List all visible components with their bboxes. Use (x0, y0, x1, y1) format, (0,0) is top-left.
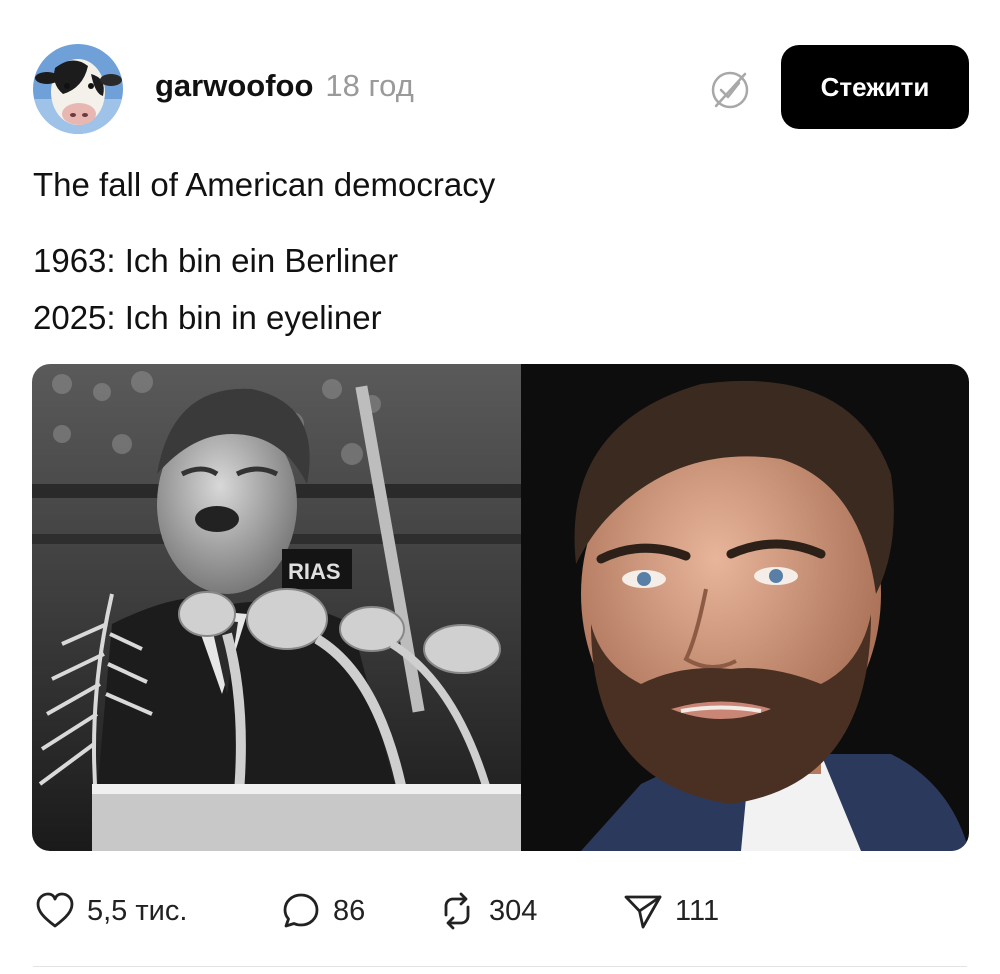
share-count: 111 (675, 894, 720, 927)
follow-button[interactable]: Стежити (781, 45, 969, 129)
post-header: garwoofoo 18 год (155, 68, 414, 112)
like-button[interactable]: 5,5 тис. (33, 889, 279, 933)
share-button[interactable]: 111 (621, 889, 741, 933)
repost-arrows-icon (444, 892, 470, 930)
reply-button[interactable]: 86 (279, 889, 435, 933)
post-text-line: The fall of American democracy (33, 166, 496, 203)
heart-icon (36, 892, 74, 928)
rias-sign: RIAS (288, 559, 341, 584)
verified-slash-icon[interactable] (708, 68, 752, 112)
repost-count: 304 (489, 894, 538, 927)
reply-count: 86 (333, 894, 366, 927)
cow-avatar-image (33, 44, 123, 134)
username[interactable]: garwoofoo (155, 68, 313, 104)
post-time: 18 год (325, 68, 414, 103)
post-image[interactable]: RIAS (32, 364, 969, 851)
paper-plane-icon (624, 895, 662, 929)
avatar[interactable] (33, 44, 123, 134)
speech-bubble-icon (283, 893, 319, 928)
repost-button[interactable]: 304 (435, 889, 621, 933)
post-actions: 5,5 тис. 86 304 111 (33, 886, 741, 936)
like-count: 5,5 тис. (87, 894, 188, 927)
thread-post: garwoofoo 18 год Стежити The fall of Ame… (0, 0, 1000, 974)
left-photo: RIAS (32, 364, 521, 851)
right-photo (521, 364, 969, 851)
post-text-line: 2025: Ich bin in eyeliner (33, 299, 382, 336)
divider (33, 966, 967, 967)
post-text-line: 1963: Ich bin ein Berliner (33, 242, 399, 279)
